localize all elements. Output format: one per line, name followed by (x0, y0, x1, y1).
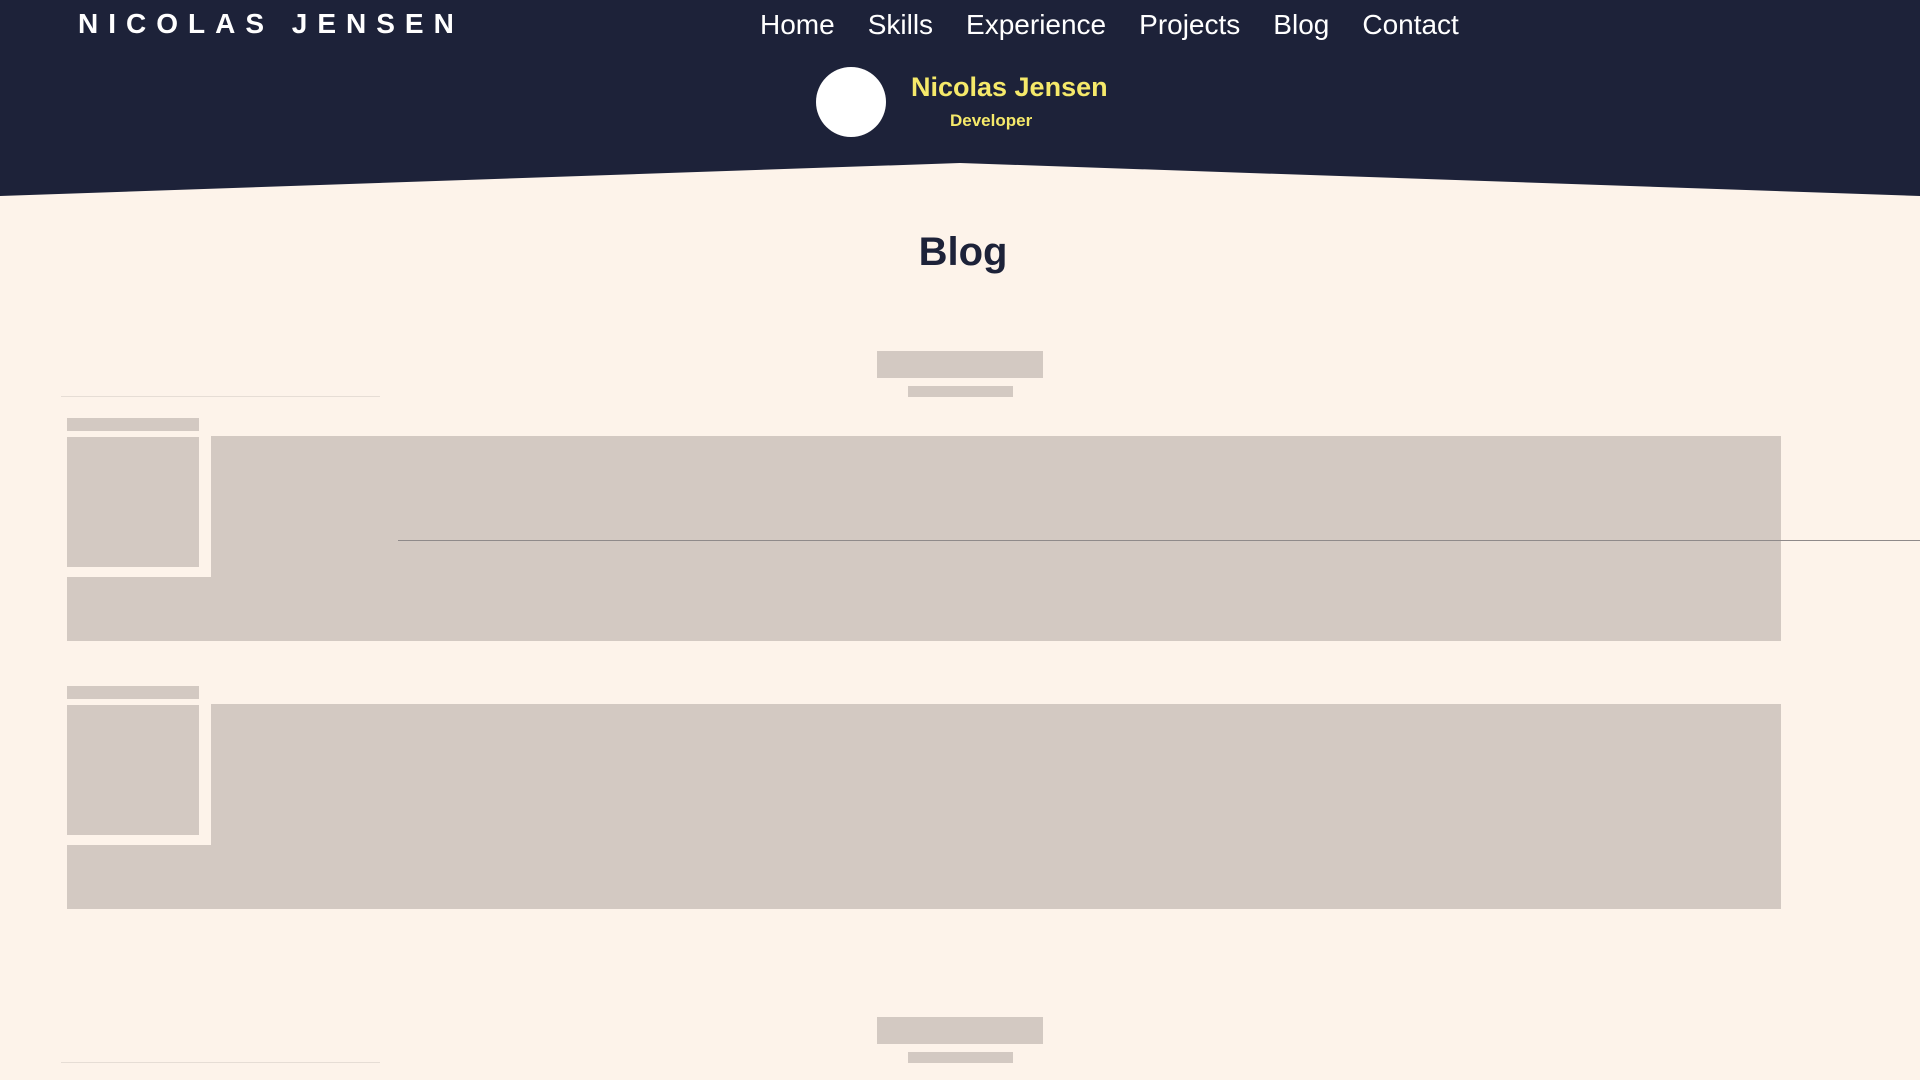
skeleton-thumbnail (67, 437, 199, 567)
skeleton-date-subheading (908, 1052, 1013, 1063)
nav-blog[interactable]: Blog (1273, 8, 1329, 42)
skeleton-date-heading (877, 351, 1043, 378)
skeleton-thumbnail (67, 705, 199, 835)
divider-line (61, 396, 380, 397)
nav-projects[interactable]: Projects (1139, 8, 1240, 42)
loading-line (398, 540, 1920, 541)
nav-contact[interactable]: Contact (1362, 8, 1459, 42)
skeleton-date-subheading (908, 386, 1013, 397)
site-header: NICOLAS JENSEN Home Skills Experience Pr… (0, 0, 1920, 200)
nav-home[interactable]: Home (760, 8, 835, 42)
skeleton-post-card (67, 704, 1781, 909)
skeleton-date-heading (877, 1017, 1043, 1044)
divider-line (61, 1062, 380, 1063)
profile-name: Nicolas Jensen (911, 72, 1108, 102)
site-brand[interactable]: NICOLAS JENSEN (78, 8, 464, 40)
skeleton-thumbnail-label (67, 418, 199, 431)
skeleton-post-card (67, 436, 1781, 641)
profile-role: Developer (950, 111, 1033, 130)
skeleton-thumbnail-label (67, 686, 199, 699)
page: NICOLAS JENSEN Home Skills Experience Pr… (0, 0, 1920, 1080)
section-title: Blog (918, 230, 1008, 274)
nav-skills[interactable]: Skills (868, 8, 933, 42)
main-nav: Home Skills Experience Projects Blog Con… (760, 8, 1492, 42)
nav-experience[interactable]: Experience (966, 8, 1106, 42)
avatar (816, 67, 886, 137)
